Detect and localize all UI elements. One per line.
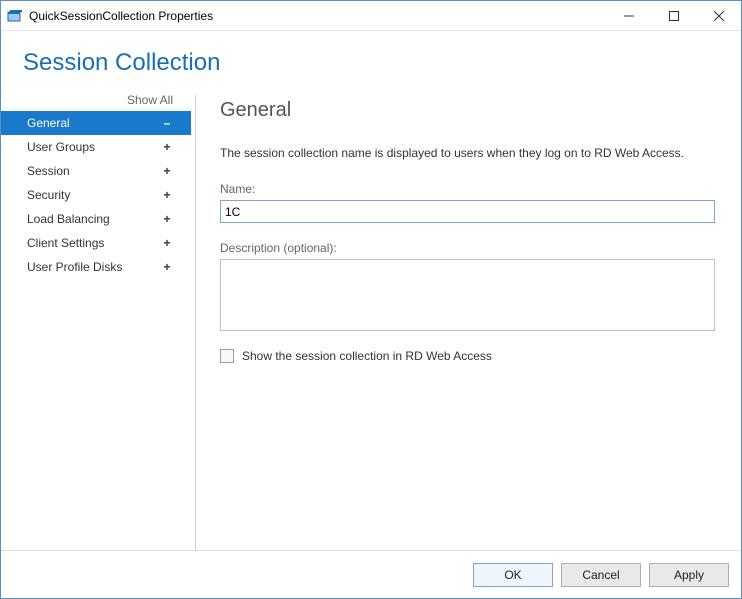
name-label: Name: <box>220 182 715 196</box>
description-input[interactable] <box>220 259 715 331</box>
sidebar-item-client-settings[interactable]: Client Settings + <box>1 231 191 255</box>
collapse-icon[interactable]: – <box>161 116 173 130</box>
sidebar-item-user-profile-disks[interactable]: User Profile Disks + <box>1 255 191 279</box>
expand-icon[interactable]: + <box>161 236 173 250</box>
expand-icon[interactable]: + <box>161 140 173 154</box>
section-heading: General <box>220 99 715 122</box>
sidebar-item-label: Session <box>27 164 70 178</box>
sidebar-item-label: User Groups <box>27 140 95 154</box>
window-title: QuickSessionCollection Properties <box>29 9 213 23</box>
expand-icon[interactable]: + <box>161 260 173 274</box>
sidebar-item-label: General <box>27 116 70 130</box>
vertical-divider <box>195 95 196 550</box>
sidebar-item-session[interactable]: Session + <box>1 159 191 183</box>
sidebar-item-label: Security <box>27 188 70 202</box>
expand-icon[interactable]: + <box>161 212 173 226</box>
show-in-web-access-label: Show the session collection in RD Web Ac… <box>242 349 492 363</box>
sidebar: Show All General–User Groups+Session+Sec… <box>1 87 191 550</box>
help-text: The session collection name is displayed… <box>220 146 715 160</box>
sidebar-item-general[interactable]: General – <box>1 111 191 135</box>
expand-icon[interactable]: + <box>161 188 173 202</box>
body-area: Show All General–User Groups+Session+Sec… <box>1 87 741 550</box>
expand-icon[interactable]: + <box>161 164 173 178</box>
app-icon <box>7 8 23 24</box>
sidebar-item-label: User Profile Disks <box>27 260 122 274</box>
dialog-window: QuickSessionCollection Properties Sessio… <box>0 0 742 599</box>
main-panel: General The session collection name is d… <box>216 87 719 550</box>
sidebar-item-label: Load Balancing <box>27 212 110 226</box>
show-all-link[interactable]: Show All <box>1 93 191 111</box>
sidebar-item-load-balancing[interactable]: Load Balancing + <box>1 207 191 231</box>
ok-button[interactable]: OK <box>473 563 553 587</box>
show-in-web-access-checkbox[interactable] <box>220 349 234 363</box>
dialog-footer: OK Cancel Apply <box>1 550 741 598</box>
page-title: Session Collection <box>23 49 719 77</box>
sidebar-item-security[interactable]: Security + <box>1 183 191 207</box>
show-in-web-access-row[interactable]: Show the session collection in RD Web Ac… <box>220 349 715 363</box>
description-label: Description (optional): <box>220 241 715 255</box>
close-button[interactable] <box>696 1 741 30</box>
maximize-button[interactable] <box>651 1 696 30</box>
header-area: Session Collection <box>1 31 741 87</box>
name-input[interactable] <box>220 200 715 223</box>
minimize-button[interactable] <box>606 1 651 30</box>
titlebar: QuickSessionCollection Properties <box>1 1 741 31</box>
sidebar-item-user-groups[interactable]: User Groups + <box>1 135 191 159</box>
cancel-button[interactable]: Cancel <box>561 563 641 587</box>
apply-button[interactable]: Apply <box>649 563 729 587</box>
sidebar-item-label: Client Settings <box>27 236 104 250</box>
